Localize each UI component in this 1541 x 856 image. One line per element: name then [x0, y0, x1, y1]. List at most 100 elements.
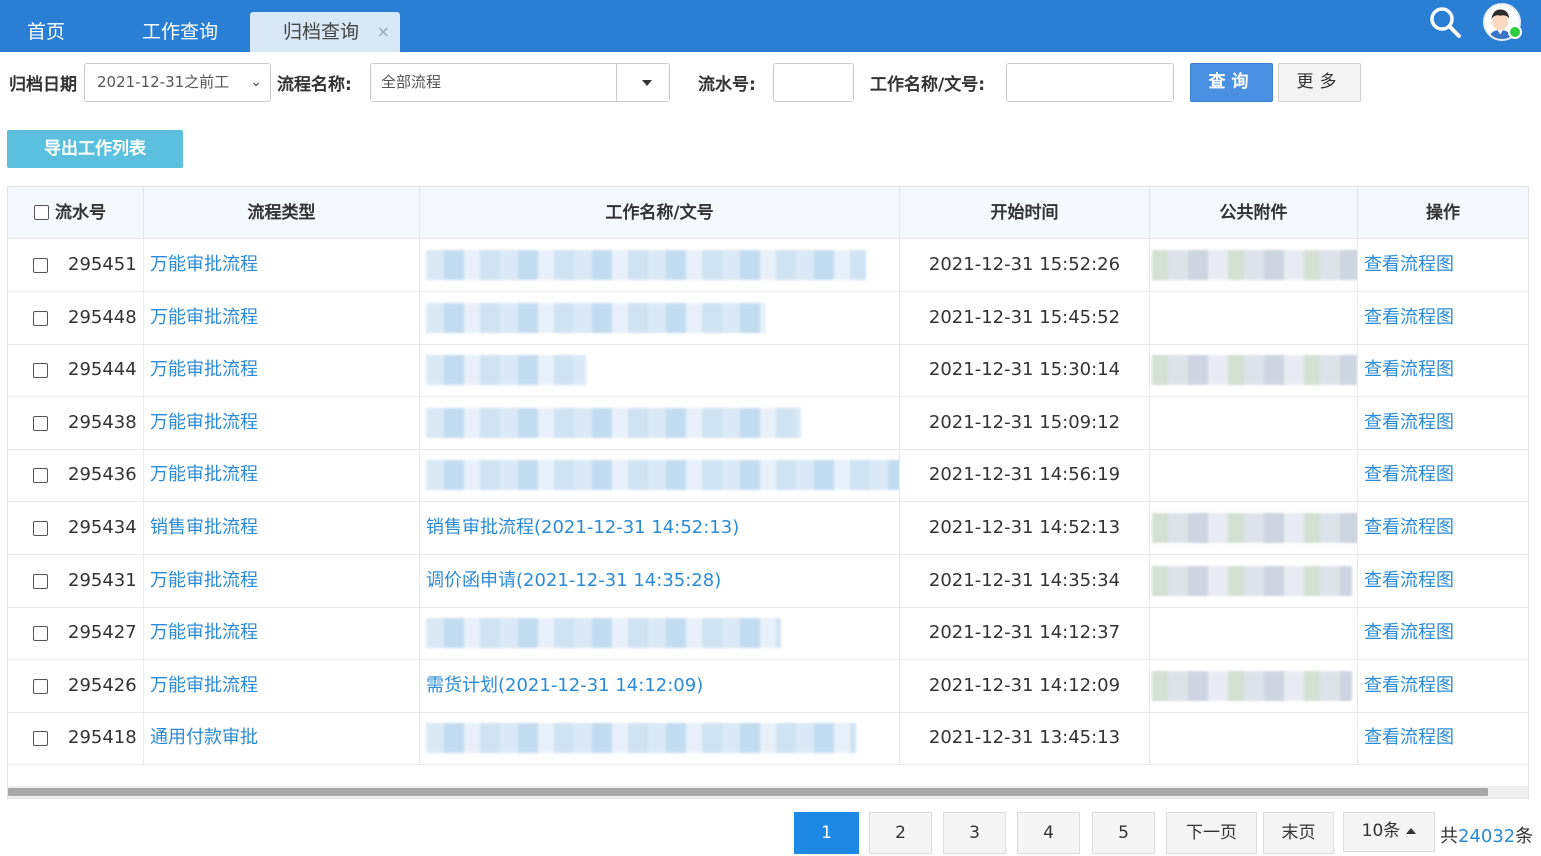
row-checkbox[interactable]	[33, 310, 48, 326]
row-checkbox[interactable]	[33, 573, 48, 589]
start-time-cell: 2021-12-31 14:56:19	[900, 449, 1150, 502]
flow-name-value: 全部流程	[381, 73, 442, 91]
attachment-cell	[1150, 554, 1358, 607]
work-name-link[interactable]: 需货计划(2021-12-31 14:12:09)	[426, 675, 703, 696]
tab-archive-query[interactable]: 归档查询 ×	[250, 12, 400, 52]
attachment-link[interactable]	[1152, 670, 1352, 701]
export-list-button[interactable]: 导出工作列表	[7, 130, 183, 168]
redacted-text	[426, 302, 766, 333]
caret-up-icon	[1406, 828, 1417, 834]
work-name-label: 工作名称/文号:	[870, 75, 986, 95]
close-icon[interactable]: ×	[377, 12, 390, 52]
operation-cell: 查看流程图	[1358, 502, 1528, 554]
flow-type-link[interactable]: 万能审批流程	[150, 622, 258, 643]
flow-type-link[interactable]: 万能审批流程	[150, 307, 258, 328]
table-row: 295444 万能审批流程 2021-12-31 15:30:14 查看流程图	[8, 344, 1528, 398]
flow-type-link[interactable]: 万能审批流程	[150, 570, 258, 591]
horizontal-scrollbar[interactable]	[8, 788, 1488, 796]
tab-work-query[interactable]: 工作查询	[142, 12, 218, 52]
more-button[interactable]: 更多	[1278, 63, 1361, 102]
row-checkbox[interactable]	[33, 521, 48, 536]
attachment-cell	[1150, 712, 1358, 765]
work-name-cell[interactable]	[420, 239, 900, 291]
view-flowchart-link[interactable]: 查看流程图	[1364, 622, 1454, 643]
attachment-link[interactable]	[1152, 355, 1357, 386]
row-checkbox[interactable]	[33, 468, 48, 484]
start-time-cell: 2021-12-31 14:52:13	[900, 502, 1150, 554]
view-flowchart-link[interactable]: 查看流程图	[1364, 254, 1454, 275]
serial-number: 295418	[68, 727, 137, 749]
work-name-link[interactable]: 调价函申请(2021-12-31 14:35:28)	[426, 570, 721, 591]
flow-dropdown-toggle[interactable]	[616, 64, 669, 101]
row-checkbox[interactable]	[33, 731, 48, 747]
view-flowchart-link[interactable]: 查看流程图	[1364, 675, 1454, 696]
attachment-link[interactable]	[1152, 513, 1357, 543]
attachment-cell	[1150, 396, 1358, 449]
work-name-cell: 调价函申请(2021-12-31 14:35:28)	[420, 554, 900, 607]
page-button-2[interactable]: 2	[869, 812, 932, 854]
flow-type-link[interactable]: 通用付款审批	[150, 727, 258, 748]
page-button-4[interactable]: 4	[1017, 812, 1080, 854]
attachment-link[interactable]	[1152, 250, 1357, 280]
last-page-button[interactable]: 末页	[1263, 812, 1334, 854]
work-name-cell[interactable]	[420, 449, 900, 502]
attachment-cell	[1150, 659, 1358, 712]
search-icon[interactable]	[1427, 4, 1463, 40]
work-name-cell[interactable]	[420, 712, 900, 765]
flow-type-link[interactable]: 万能审批流程	[150, 359, 258, 380]
serial-input[interactable]	[773, 63, 854, 102]
query-button[interactable]: 查询	[1190, 63, 1273, 102]
row-checkbox[interactable]	[33, 415, 48, 431]
page-button-1[interactable]: 1	[794, 812, 859, 854]
operation-cell: 查看流程图	[1358, 607, 1528, 659]
caret-down-icon	[642, 80, 652, 86]
horizontal-scrollbar-track[interactable]	[8, 786, 1528, 798]
row-select-cell: 295431	[8, 554, 144, 607]
view-flowchart-link[interactable]: 查看流程图	[1364, 727, 1454, 748]
flow-type-link[interactable]: 万能审批流程	[150, 464, 258, 485]
view-flowchart-link[interactable]: 查看流程图	[1364, 517, 1454, 538]
next-page-button[interactable]: 下一页	[1166, 812, 1257, 854]
row-checkbox[interactable]	[33, 626, 48, 642]
header-start-time: 开始时间	[900, 187, 1150, 239]
work-name-cell[interactable]	[420, 291, 900, 344]
work-name-cell[interactable]	[420, 396, 900, 449]
archive-date-select[interactable]: 2021-12-31之前工 ⌄	[84, 63, 271, 102]
header-name: 工作名称/文号	[420, 187, 900, 239]
operation-cell: 查看流程图	[1358, 397, 1528, 449]
tab-home[interactable]: 首页	[27, 12, 65, 52]
row-checkbox[interactable]	[33, 678, 48, 694]
view-flowchart-link[interactable]: 查看流程图	[1364, 307, 1454, 328]
work-name-input[interactable]	[1006, 63, 1174, 102]
page-size-select[interactable]: 10条	[1343, 812, 1435, 852]
total-count: 共24032条	[1440, 822, 1533, 848]
attachment-cell	[1150, 607, 1358, 660]
flow-type-cell: 万能审批流程	[144, 449, 420, 502]
flow-type-link[interactable]: 万能审批流程	[150, 675, 258, 696]
view-flowchart-link[interactable]: 查看流程图	[1364, 412, 1454, 433]
flow-name-select[interactable]: 全部流程	[370, 63, 670, 102]
start-time-cell: 2021-12-31 14:12:09	[900, 659, 1150, 712]
view-flowchart-link[interactable]: 查看流程图	[1364, 570, 1454, 591]
flow-type-link[interactable]: 销售审批流程	[150, 517, 258, 538]
work-name-link[interactable]: 销售审批流程(2021-12-31 14:52:13)	[426, 517, 739, 538]
row-select-cell: 295451	[8, 239, 144, 291]
page-button-5[interactable]: 5	[1092, 812, 1155, 854]
row-checkbox[interactable]	[33, 258, 48, 273]
archive-table: 流水号 流程类型 工作名称/文号 开始时间 公共附件 操作 295451 万能审批…	[7, 186, 1529, 799]
view-flowchart-link[interactable]: 查看流程图	[1364, 359, 1454, 380]
view-flowchart-link[interactable]: 查看流程图	[1364, 464, 1454, 485]
table-row: 295426 万能审批流程 需货计划(2021-12-31 14:12:09) 202…	[8, 659, 1528, 713]
flow-type-cell: 销售审批流程	[144, 502, 420, 554]
select-all-checkbox[interactable]	[34, 205, 49, 220]
flow-type-link[interactable]: 万能审批流程	[150, 254, 258, 275]
attachment-link[interactable]	[1152, 565, 1352, 596]
flow-type-link[interactable]: 万能审批流程	[150, 412, 258, 433]
work-name-cell[interactable]	[420, 607, 900, 660]
flow-type-cell: 万能审批流程	[144, 607, 420, 660]
work-name-cell[interactable]	[420, 344, 900, 397]
page-size-value: 10条	[1361, 821, 1401, 841]
page-button-3[interactable]: 3	[943, 812, 1006, 854]
row-checkbox[interactable]	[33, 363, 48, 379]
flow-type-cell: 万能审批流程	[144, 659, 420, 712]
